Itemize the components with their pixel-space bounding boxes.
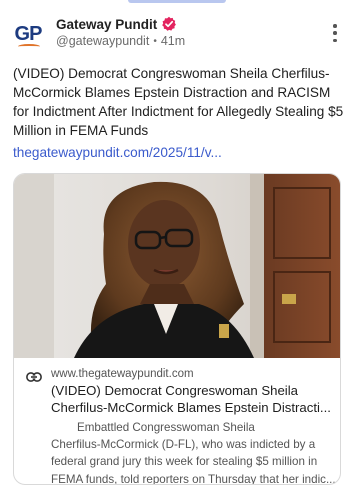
card-title-line: Cherfilus-McCormick Blames Epstein Distr… — [51, 400, 331, 415]
author-meta-row: @gatewaypundit • 41m — [56, 34, 185, 48]
card-desc-line: Cherfilus-McCormick (D-FL), who was indi… — [51, 438, 316, 452]
author-display-name[interactable]: Gateway Pundit — [56, 17, 157, 32]
card-desc-line: Embattled Congresswoman Sheila — [77, 421, 255, 434]
author-handle[interactable]: @gatewaypundit — [56, 34, 149, 48]
card-desc-line: FEMA funds, told reporters on Thursday t… — [51, 472, 336, 485]
post-timestamp[interactable]: 41m — [161, 34, 185, 48]
woman-with-glasses-photo — [14, 174, 340, 358]
post-header: GP Gateway Pundit @gatewaypundit • 41m — [0, 12, 354, 54]
meta-separator: • — [153, 35, 157, 47]
kebab-menu-icon[interactable] — [332, 24, 338, 42]
author-name-row: Gateway Pundit — [56, 16, 177, 32]
avatar-logo: GP — [14, 22, 43, 45]
card-domain: www.thegatewaypundit.com — [51, 368, 194, 380]
avatar[interactable]: GP — [12, 18, 44, 50]
card-description: Embattled Congresswoman Sheila Cherfilus… — [51, 419, 337, 485]
card-title-line: (VIDEO) Democrat Congreswoman Sheila — [51, 383, 298, 398]
post-text: (VIDEO) Democrat Congreswoman Sheila Che… — [13, 66, 344, 138]
card-desc-line: federal grand jury this week for stealin… — [51, 455, 318, 469]
link-preview-card[interactable]: www.thegatewaypundit.com (VIDEO) Democra… — [13, 173, 341, 485]
card-title: (VIDEO) Democrat Congreswoman Sheila Che… — [51, 382, 333, 416]
verified-badge-icon — [161, 16, 177, 32]
link-icon — [26, 370, 42, 382]
top-scroll-indicator — [128, 0, 226, 3]
logo-swoosh-icon — [18, 44, 40, 49]
post-link[interactable]: thegatewaypundit.com/2025/11/v... — [13, 145, 222, 160]
